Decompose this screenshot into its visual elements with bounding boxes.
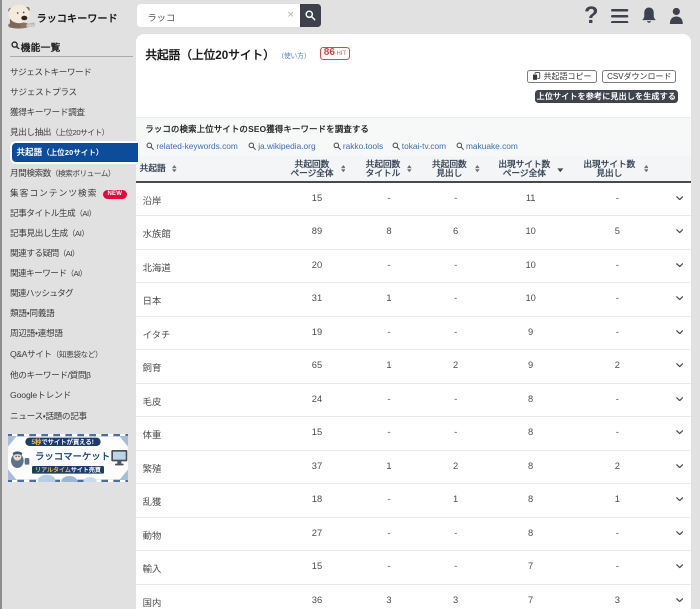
svg-text:5秒でサイトが買える!: 5秒でサイトが買える! bbox=[31, 437, 93, 446]
svg-text:ラッコマーケット: ラッコマーケット bbox=[35, 452, 110, 462]
